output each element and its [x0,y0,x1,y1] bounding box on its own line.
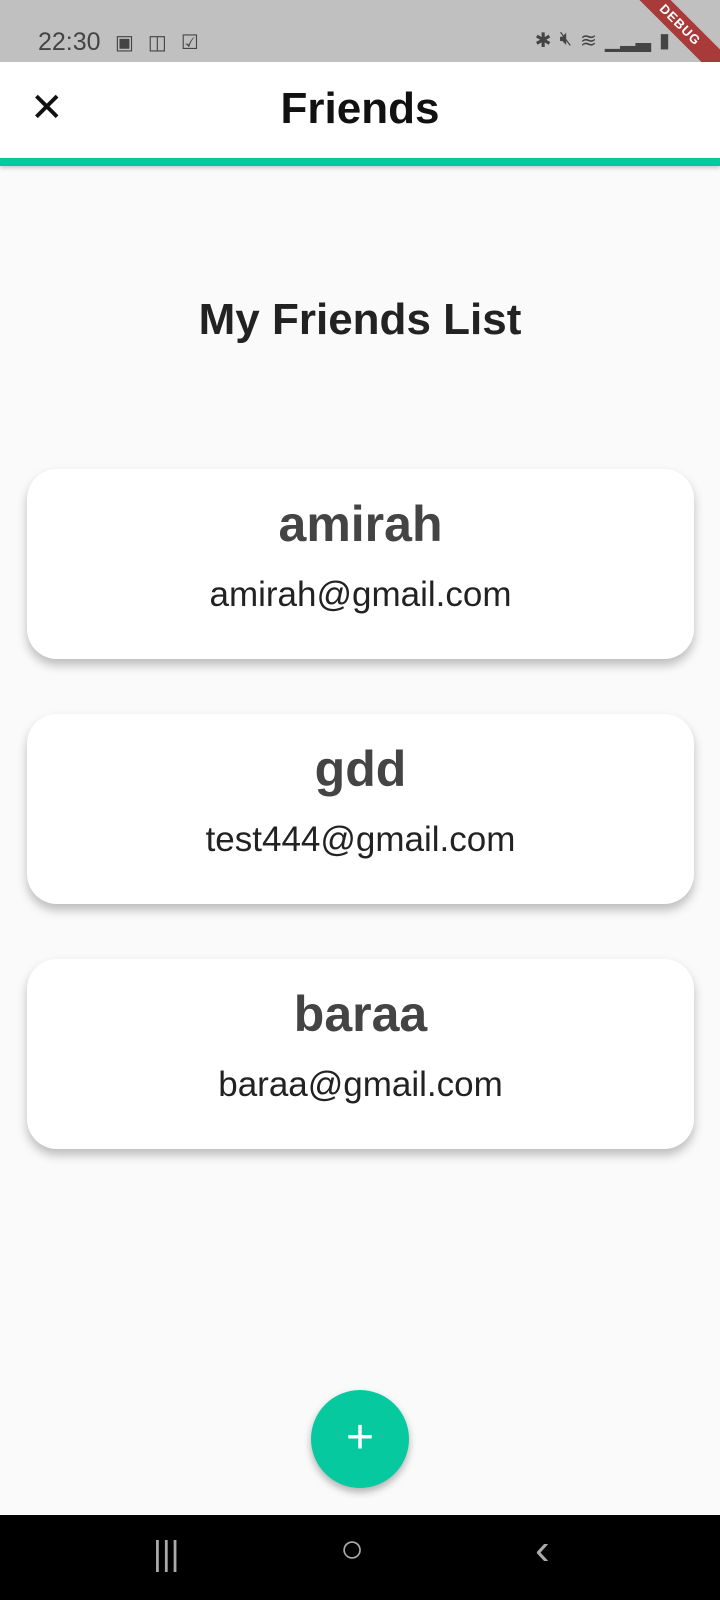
navigation-bar: ||| ○ ‹ [0,1515,720,1600]
check-icon: ☑ [180,32,199,54]
mute-icon: 🔇︎ [559,28,573,50]
friend-name: amirah [278,496,443,552]
home-button[interactable]: ○ [340,1527,364,1572]
accent-divider [0,158,720,166]
plus-icon: + [345,1411,375,1464]
battery-icon: ▮ [658,30,670,52]
friend-card[interactable]: gdd test444@gmail.com [27,714,694,904]
back-button[interactable]: ‹ [535,1525,550,1575]
add-friend-button[interactable]: + [311,1390,409,1488]
friend-email: test444@gmail.com [205,820,516,859]
wifi-icon: ≋ [580,30,597,52]
app-bar: ✕ Friends [0,62,720,158]
video-icon: ◫ [147,32,167,54]
signal-icon: ▁▂▃ [604,30,651,52]
bluetooth-icon: ✱ [534,30,552,52]
friend-card[interactable]: baraa baraa@gmail.com [27,959,694,1149]
friend-name: gdd [314,741,407,797]
friend-email: amirah@gmail.com [209,575,512,614]
image-icon: ▣ [115,32,134,54]
page-title: Friends [280,84,440,133]
status-time: 22:30 [38,28,101,56]
recents-button[interactable]: ||| [153,1535,180,1574]
list-heading: My Friends List [198,295,522,344]
friend-card[interactable]: amirah amirah@gmail.com [27,469,694,659]
friend-name: baraa [293,986,428,1042]
friend-email: baraa@gmail.com [218,1065,503,1104]
status-bar: 22:30 ▣ ◫ ☑ ✱ 🔇︎ ≋ ▁▂▃ ▮ [0,0,720,62]
